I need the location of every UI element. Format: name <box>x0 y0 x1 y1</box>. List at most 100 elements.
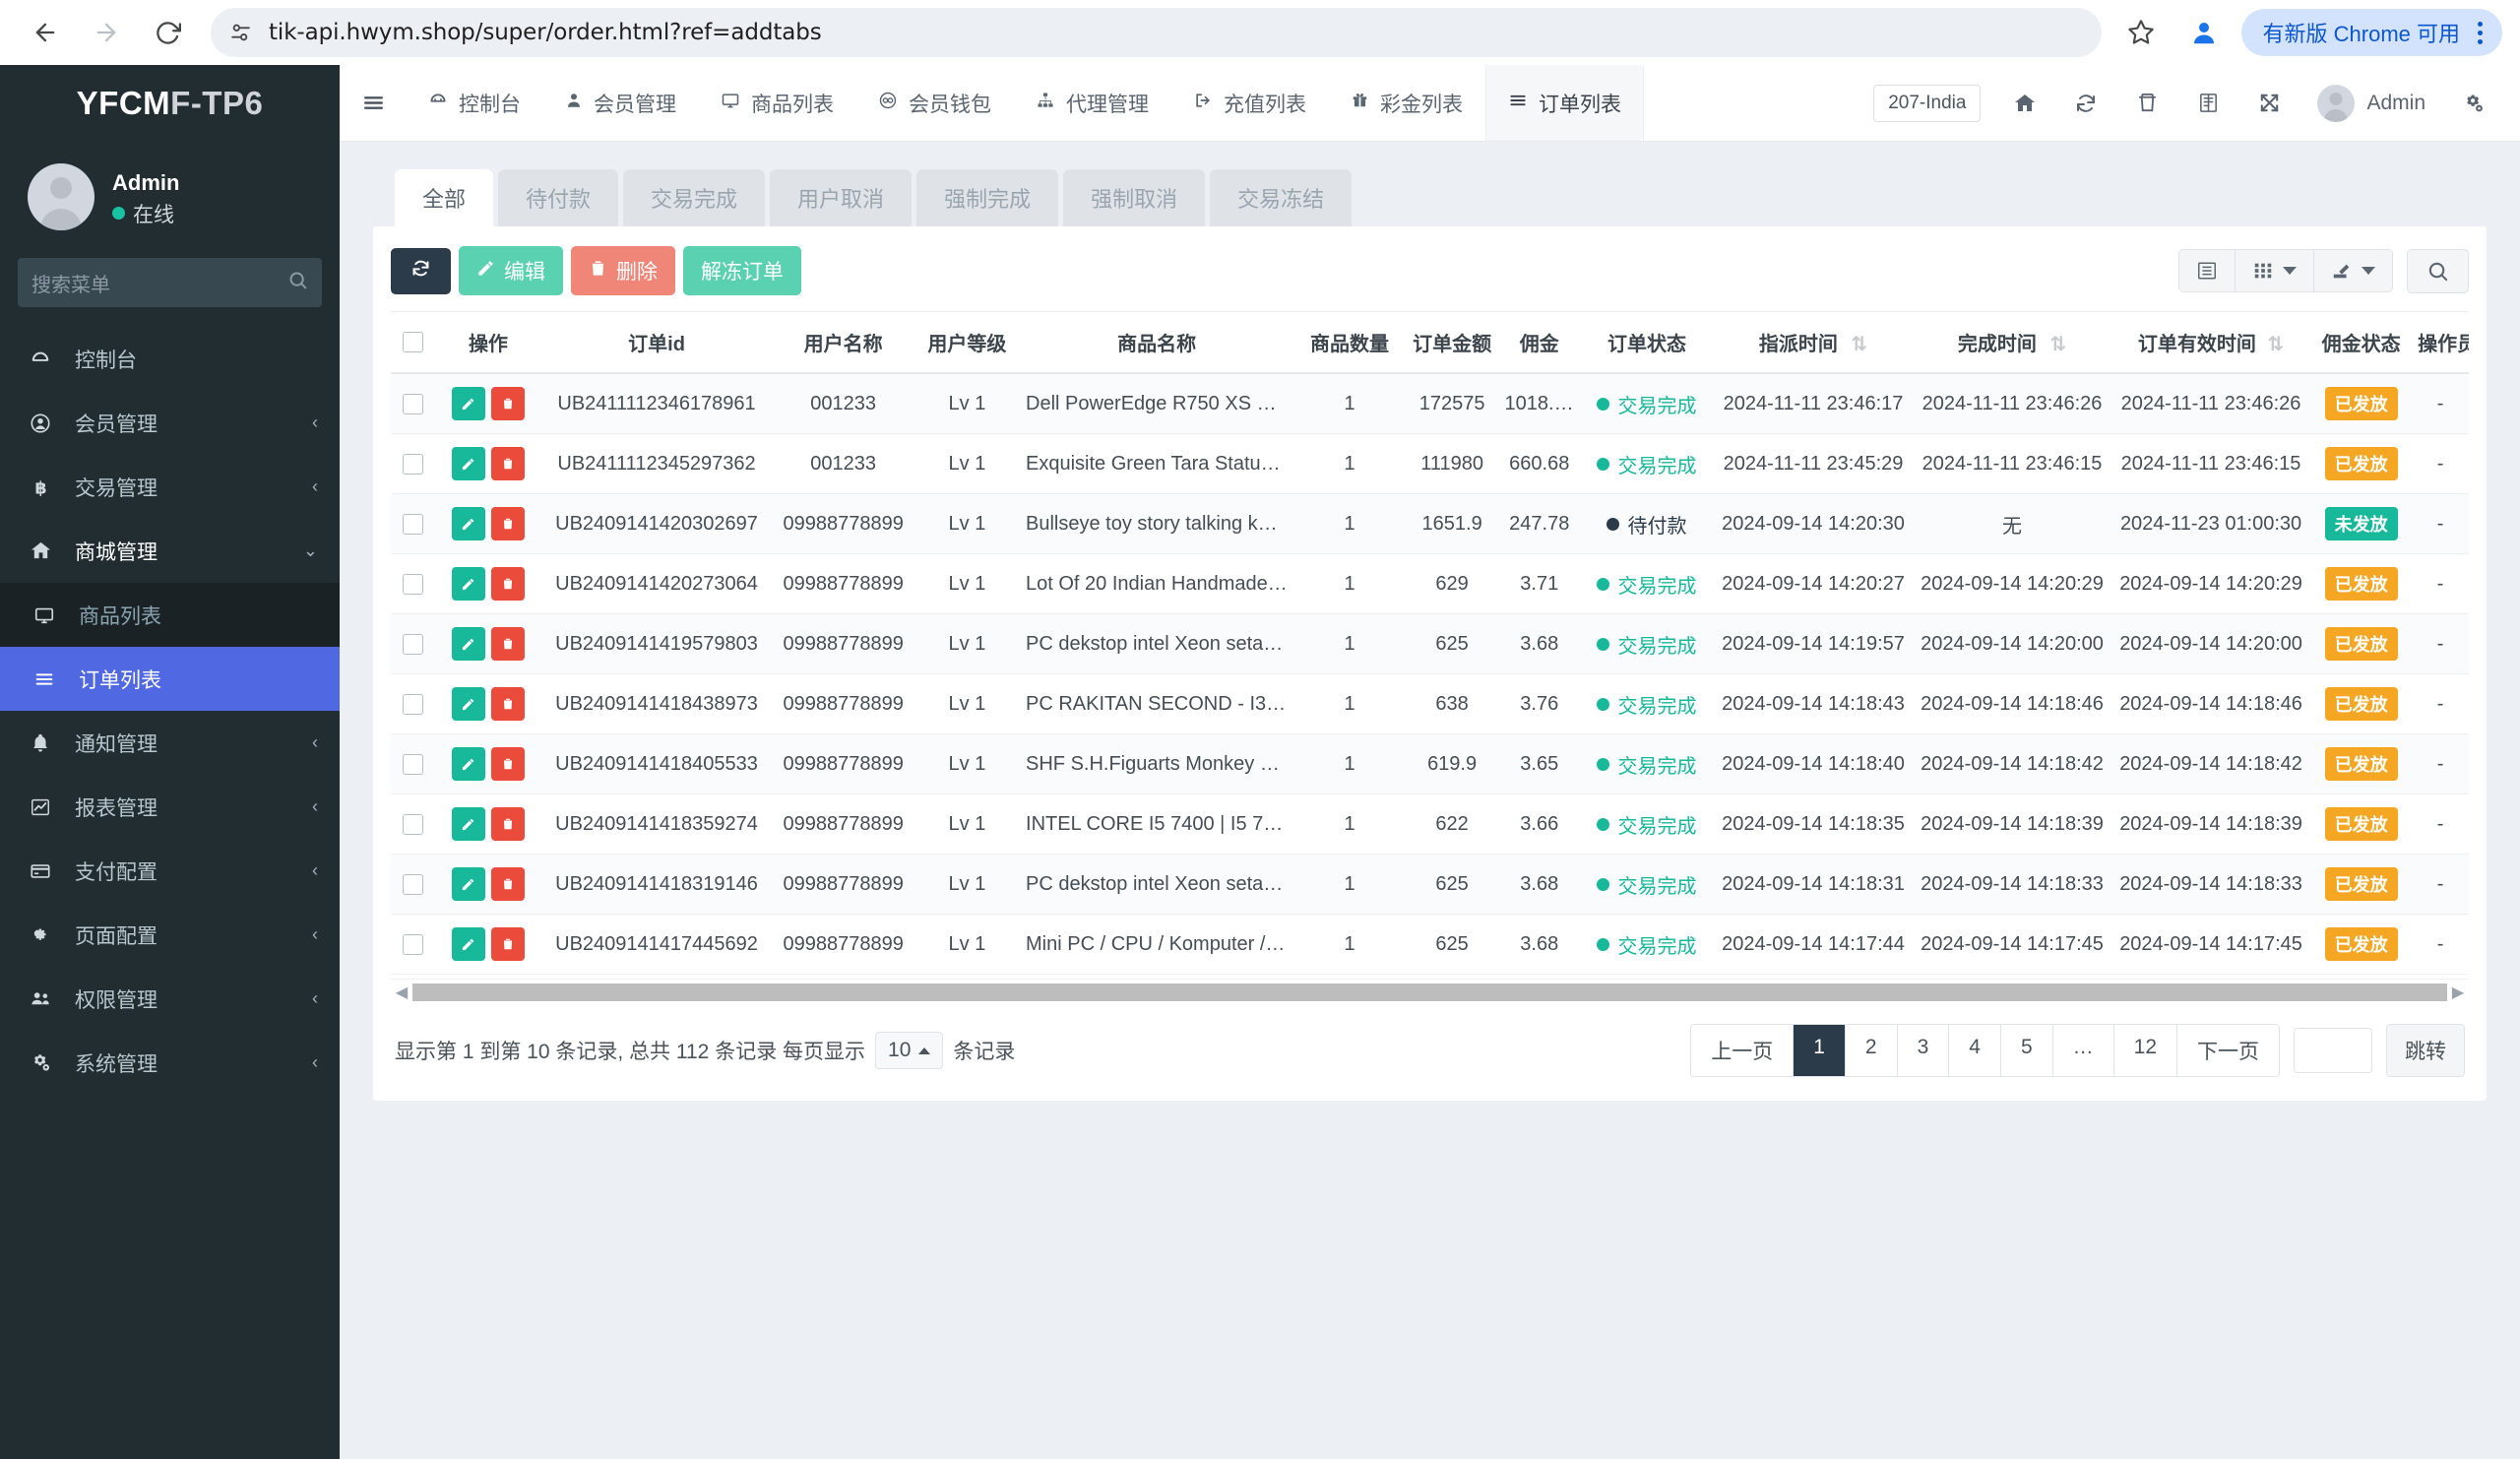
page-button-4[interactable]: 4 <box>1949 1025 2001 1076</box>
edit-button[interactable]: 编辑 <box>459 246 563 295</box>
row-checkbox[interactable] <box>403 634 423 655</box>
row-delete-button[interactable] <box>491 507 525 540</box>
row-delete-button[interactable] <box>491 747 525 781</box>
tab-member-wallet[interactable]: 会员钱包 <box>856 65 1014 141</box>
delete-button[interactable]: 删除 <box>571 246 675 295</box>
page-button-1[interactable]: 1 <box>1794 1025 1846 1076</box>
admin-menu[interactable]: Admin <box>2300 85 2443 122</box>
sidebar-toggle-icon[interactable] <box>340 65 407 141</box>
filter-tab-frozen[interactable]: 交易冻结 <box>1210 169 1352 226</box>
sidebar-item-dashboard[interactable]: 控制台 <box>0 327 340 391</box>
refresh-button[interactable] <box>391 248 451 294</box>
settings-gears-icon[interactable] <box>2443 65 2504 142</box>
row-edit-button[interactable] <box>452 627 485 661</box>
table-row[interactable]: UB2409141418319146 09988778899 Lv 1 PC d… <box>391 855 2469 915</box>
scroll-thumb[interactable] <box>412 983 2447 1001</box>
row-edit-button[interactable] <box>452 927 485 961</box>
row-edit-button[interactable] <box>452 687 485 721</box>
sort-icon[interactable]: ⇅ <box>2267 334 2284 355</box>
row-checkbox[interactable] <box>403 514 423 535</box>
trash-icon[interactable] <box>2116 65 2177 142</box>
select-all-checkbox[interactable] <box>403 332 423 352</box>
row-edit-button[interactable] <box>452 567 485 601</box>
select-all-header[interactable] <box>391 312 435 374</box>
page-button-5[interactable]: 5 <box>2001 1025 2053 1076</box>
filter-tab-completed[interactable]: 交易完成 <box>623 169 765 226</box>
col-assign-time[interactable]: 指派时间 ⇅ <box>1714 312 1913 374</box>
row-select-cell[interactable] <box>391 855 435 915</box>
reload-button[interactable] <box>140 5 195 60</box>
detail-view-button[interactable] <box>2179 250 2236 291</box>
table-row[interactable]: UB2409141417445692 09988778899 Lv 1 Mini… <box>391 915 2469 975</box>
row-checkbox[interactable] <box>403 574 423 595</box>
prev-page-button[interactable]: 上一页 <box>1691 1025 1794 1076</box>
address-bar[interactable]: tik-api.hwym.shop/super/order.html?ref=a… <box>211 8 2102 57</box>
filter-tab-force-cancel[interactable]: 强制取消 <box>1063 169 1205 226</box>
chrome-update-button[interactable]: 有新版 Chrome 可用 <box>2241 9 2502 56</box>
sidebar-item-members[interactable]: 会员管理 ‹ <box>0 391 340 455</box>
sidebar-item-product-list[interactable]: 商品列表 <box>0 583 340 647</box>
sidebar-item-payment-config[interactable]: 支付配置 ‹ <box>0 839 340 903</box>
column-toggle-button[interactable] <box>2236 250 2314 291</box>
row-delete-button[interactable] <box>491 687 525 721</box>
region-badge[interactable]: 207-India <box>1873 85 1981 122</box>
filter-tab-user-cancelled[interactable]: 用户取消 <box>770 169 912 226</box>
tab-recharge-list[interactable]: 充值列表 <box>1171 65 1329 141</box>
row-select-cell[interactable] <box>391 554 435 614</box>
table-row[interactable]: UB2409141418359274 09988778899 Lv 1 INTE… <box>391 794 2469 855</box>
row-edit-button[interactable] <box>452 507 485 540</box>
filter-tab-all[interactable]: 全部 <box>395 169 493 226</box>
filter-tab-force-complete[interactable]: 强制完成 <box>916 169 1058 226</box>
row-edit-button[interactable] <box>452 807 485 841</box>
profile-avatar[interactable] <box>2182 11 2226 54</box>
table-row[interactable]: UB2411112346178961 001233 Lv 1 Dell Powe… <box>391 373 2469 434</box>
next-page-button[interactable]: 下一页 <box>2177 1025 2279 1076</box>
row-edit-button[interactable] <box>452 447 485 480</box>
unfreeze-order-button[interactable]: 解冻订单 <box>683 246 801 295</box>
tab-order-list[interactable]: 订单列表 <box>1485 65 1644 141</box>
sort-icon[interactable]: ⇅ <box>1851 334 1867 355</box>
table-row[interactable]: UB2411112345297362 001233 Lv 1 Exquisite… <box>391 434 2469 494</box>
site-settings-icon[interactable] <box>228 21 253 45</box>
scroll-right-arrow-icon[interactable]: ▶ <box>2447 983 2469 1002</box>
sort-icon[interactable]: ⇅ <box>2049 334 2066 355</box>
row-checkbox[interactable] <box>403 394 423 414</box>
page-button-2[interactable]: 2 <box>1846 1025 1898 1076</box>
sidebar-item-permissions[interactable]: 权限管理 ‹ <box>0 967 340 1031</box>
row-select-cell[interactable] <box>391 373 435 434</box>
table-row[interactable]: UB2409141420302697 09988778899 Lv 1 Bull… <box>391 494 2469 554</box>
sidebar-item-order-list[interactable]: 订单列表 <box>0 647 340 711</box>
row-checkbox[interactable] <box>403 874 423 895</box>
row-delete-button[interactable] <box>491 807 525 841</box>
row-select-cell[interactable] <box>391 794 435 855</box>
row-delete-button[interactable] <box>491 447 525 480</box>
tab-agent-management[interactable]: 代理管理 <box>1014 65 1171 141</box>
tab-dashboard[interactable]: 控制台 <box>407 65 543 141</box>
row-delete-button[interactable] <box>491 927 525 961</box>
page-button-3[interactable]: 3 <box>1898 1025 1950 1076</box>
tab-members[interactable]: 会员管理 <box>543 65 699 141</box>
tab-product-list[interactable]: 商品列表 <box>699 65 856 141</box>
forward-button[interactable] <box>79 5 134 60</box>
sidebar-item-mall[interactable]: 商城管理 ⌄ <box>0 519 340 583</box>
row-checkbox[interactable] <box>403 814 423 835</box>
row-select-cell[interactable] <box>391 434 435 494</box>
scroll-left-arrow-icon[interactable]: ◀ <box>391 983 412 1002</box>
row-checkbox[interactable] <box>403 694 423 715</box>
row-delete-button[interactable] <box>491 567 525 601</box>
row-select-cell[interactable] <box>391 734 435 794</box>
row-select-cell[interactable] <box>391 674 435 734</box>
language-switch-icon[interactable] <box>2177 65 2238 142</box>
page-jump-button[interactable]: 跳转 <box>2386 1024 2465 1077</box>
bookmark-star-icon[interactable] <box>2115 7 2167 58</box>
filter-tab-pending-payment[interactable]: 待付款 <box>498 169 618 226</box>
table-row[interactable]: UB2409141419579803 09988778899 Lv 1 PC d… <box>391 614 2469 674</box>
row-delete-button[interactable] <box>491 627 525 661</box>
table-row[interactable]: UB2409141418405533 09988778899 Lv 1 SHF … <box>391 734 2469 794</box>
fullscreen-icon[interactable] <box>2238 65 2300 142</box>
refresh-icon[interactable] <box>2055 65 2116 142</box>
row-select-cell[interactable] <box>391 915 435 975</box>
sidebar-item-system[interactable]: 系统管理 ‹ <box>0 1031 340 1095</box>
row-edit-button[interactable] <box>452 387 485 420</box>
sidebar-item-transactions[interactable]: ฿ 交易管理 ‹ <box>0 455 340 519</box>
